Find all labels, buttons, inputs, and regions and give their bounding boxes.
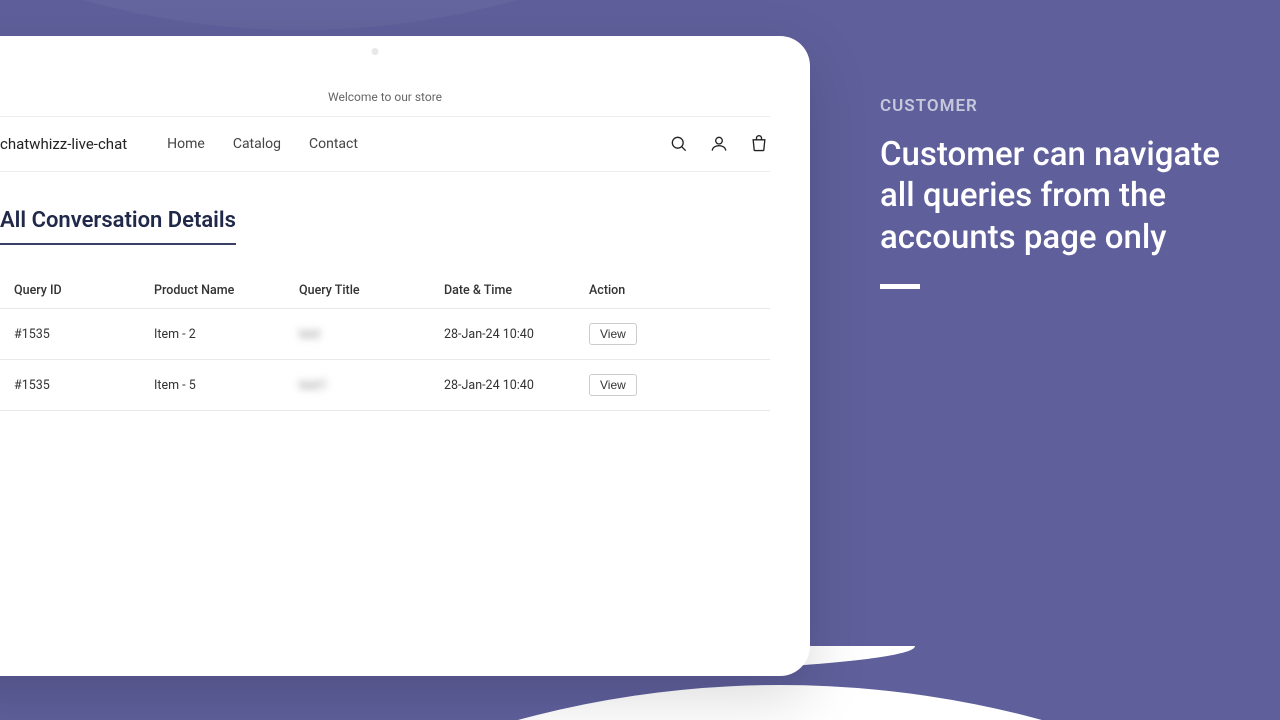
storefront-mock: Welcome to our store chatwhizz-live-chat… [0, 36, 810, 676]
nav-contact[interactable]: Contact [309, 136, 358, 152]
nav-catalog[interactable]: Catalog [233, 136, 281, 152]
promo-headline: Customer can navigate all queries from t… [880, 134, 1220, 258]
promo-eyebrow: CUSTOMER [880, 96, 1220, 116]
search-icon[interactable] [668, 133, 690, 155]
col-query-id: Query ID [0, 273, 140, 309]
account-icon[interactable] [708, 133, 730, 155]
cell-query-id: #1535 [0, 360, 140, 411]
nav-home[interactable]: Home [167, 136, 205, 152]
cell-datetime: 28-Jan-24 10:40 [430, 360, 575, 411]
col-action: Action [575, 273, 770, 309]
cell-product: Item - 2 [140, 309, 285, 360]
store-name: chatwhizz-live-chat [0, 135, 127, 153]
view-button[interactable]: View [589, 374, 637, 396]
queries-table: Query ID Product Name Query Title Date &… [0, 273, 770, 411]
col-product-name: Product Name [140, 273, 285, 309]
table-row: #1535 Item - 2 test 28-Jan-24 10:40 View [0, 309, 770, 360]
view-button[interactable]: View [589, 323, 637, 345]
cell-title: test1 [285, 360, 430, 411]
cell-product: Item - 5 [140, 360, 285, 411]
announcement-bar: Welcome to our store [0, 56, 770, 117]
cell-datetime: 28-Jan-24 10:40 [430, 309, 575, 360]
table-row: #1535 Item - 5 test1 28-Jan-24 10:40 Vie… [0, 360, 770, 411]
page-title: All Conversation Details [0, 208, 236, 245]
top-nav: chatwhizz-live-chat Home Catalog Contact [0, 117, 770, 172]
camera-dot [372, 48, 379, 55]
col-datetime: Date & Time [430, 273, 575, 309]
cell-title: test [285, 309, 430, 360]
accent-dash [880, 284, 920, 289]
promo-panel: CUSTOMER Customer can navigate all queri… [880, 96, 1220, 289]
col-query-title: Query Title [285, 273, 430, 309]
cell-query-id: #1535 [0, 309, 140, 360]
cart-icon[interactable] [748, 133, 770, 155]
